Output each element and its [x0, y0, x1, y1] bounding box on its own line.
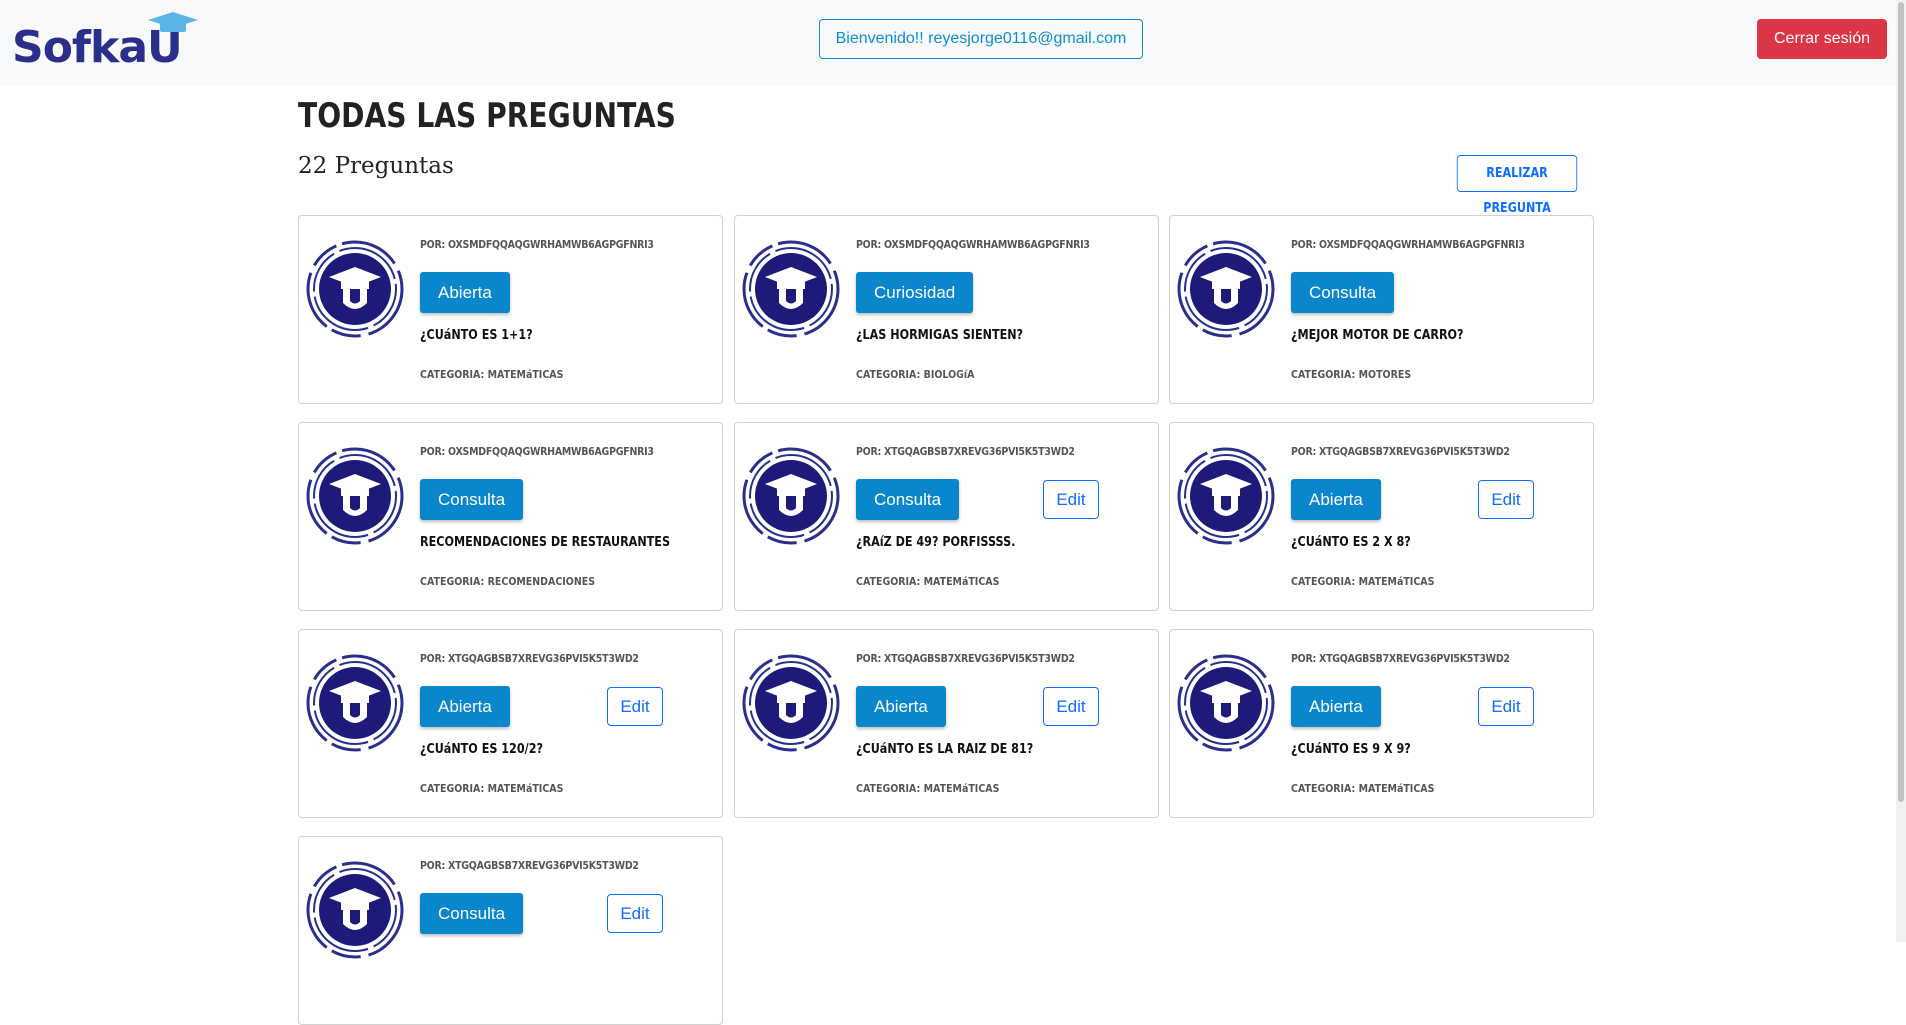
question-type-button[interactable]: Abierta — [856, 686, 946, 727]
question-author: POR: OXSMDFQQAQGWRHAMWB6AGPGFNRI3 — [1291, 238, 1525, 251]
page-title: TODAS LAS PREGUNTAS — [298, 96, 676, 136]
question-text[interactable]: RECOMENDACIONES DE RESTAURANTES — [420, 535, 670, 550]
question-author: POR: XTGQAGBSB7XREVG36PVI5K5T3WD2 — [420, 652, 639, 665]
question-author: POR: XTGQAGBSB7XREVG36PVI5K5T3WD2 — [856, 445, 1075, 458]
question-text[interactable]: ¿CUáNTO ES 9 X 9? — [1291, 742, 1411, 757]
question-type-button[interactable]: Consulta — [1291, 272, 1395, 313]
question-author: POR: OXSMDFQQAQGWRHAMWB6AGPGFNRI3 — [420, 445, 654, 458]
question-author: POR: XTGQAGBSB7XREVG36PVI5K5T3WD2 — [856, 652, 1075, 665]
navbar: SofkaU Bienvenido!! reyesjorge0116@gmail… — [0, 0, 1906, 85]
question-card[interactable]: POR: OXSMDFQQAQGWRHAMWB6AGPGFNRI3 Curiosi… — [734, 215, 1159, 404]
question-card[interactable]: POR: XTGQAGBSB7XREVG36PVI5K5T3WD2 Consult… — [298, 836, 723, 1025]
question-author: POR: XTGQAGBSB7XREVG36PVI5K5T3WD2 — [1291, 445, 1510, 458]
question-text[interactable]: ¿CUáNTO ES 2 X 8? — [1291, 535, 1411, 550]
edit-button[interactable]: Edit — [1478, 687, 1534, 726]
question-category: CATEGORIA: RECOMENDACIONES — [420, 575, 596, 588]
question-card[interactable]: POR: XTGQAGBSB7XREVG36PVI5K5T3WD2 Abierta… — [734, 629, 1159, 818]
question-text[interactable]: ¿MEJOR MOTOR DE CARRO? — [1291, 328, 1464, 343]
question-text[interactable]: ¿RAíZ DE 49? PORFISSSS. — [856, 535, 1015, 550]
scrollbar-thumb[interactable] — [1898, 2, 1904, 802]
edit-button[interactable]: Edit — [1043, 480, 1099, 519]
question-category: CATEGORIA: MATEMáTICAS — [1291, 575, 1435, 588]
question-type-button[interactable]: Consulta — [856, 479, 960, 520]
question-category: CATEGORIA: MATEMáTICAS — [1291, 782, 1435, 795]
sofkau-logo[interactable]: SofkaU — [12, 10, 204, 74]
graduation-cap-icon — [148, 12, 198, 32]
edit-button[interactable]: Edit — [1043, 687, 1099, 726]
edit-button[interactable]: Edit — [607, 894, 663, 933]
question-card[interactable]: POR: OXSMDFQQAQGWRHAMWB6AGPGFNRI3 Consult… — [1169, 215, 1594, 404]
question-card[interactable]: POR: OXSMDFQQAQGWRHAMWB6AGPGFNRI3 Abierta… — [298, 215, 723, 404]
edit-button[interactable]: Edit — [1478, 480, 1534, 519]
question-count: 22 Preguntas — [298, 153, 454, 179]
sofkau-avatar-icon — [1176, 653, 1276, 753]
question-category: CATEGORIA: MOTORES — [1291, 368, 1412, 381]
question-category: CATEGORIA: MATEMáTICAS — [420, 782, 564, 795]
question-text[interactable]: ¿CUáNTO ES 1+1? — [420, 328, 533, 343]
sofkau-avatar-icon — [1176, 239, 1276, 339]
question-author: POR: XTGQAGBSB7XREVG36PVI5K5T3WD2 — [420, 859, 639, 872]
sofkau-avatar-icon — [305, 446, 405, 546]
question-card[interactable]: POR: XTGQAGBSB7XREVG36PVI5K5T3WD2 Abierta… — [1169, 629, 1594, 818]
ask-question-button[interactable]: REALIZAR PREGUNTA — [1456, 155, 1578, 216]
question-category: CATEGORIA: MATEMáTICAS — [420, 368, 564, 381]
question-text[interactable]: ¿LAS HORMIGAS SIENTEN? — [856, 328, 1023, 343]
question-card[interactable]: POR: XTGQAGBSB7XREVG36PVI5K5T3WD2 Abierta… — [1169, 422, 1594, 611]
question-text[interactable]: ¿CUáNTO ES 120/2? — [420, 742, 543, 757]
question-type-button[interactable]: Consulta — [420, 893, 524, 934]
question-category: CATEGORIA: MATEMáTICAS — [856, 782, 1000, 795]
question-category: CATEGORIA: BIOLOGíA — [856, 368, 975, 381]
edit-button[interactable]: Edit — [607, 687, 663, 726]
question-card[interactable]: POR: OXSMDFQQAQGWRHAMWB6AGPGFNRI3 Consult… — [298, 422, 723, 611]
question-text[interactable]: ¿CUáNTO ES LA RAIZ DE 81? — [856, 742, 1033, 757]
sofkau-avatar-icon — [305, 239, 405, 339]
welcome-badge: Bienvenido!! reyesjorge0116@gmail.com — [819, 19, 1143, 59]
question-author: POR: OXSMDFQQAQGWRHAMWB6AGPGFNRI3 — [420, 238, 654, 251]
question-category: CATEGORIA: MATEMáTICAS — [856, 575, 1000, 588]
question-author: POR: OXSMDFQQAQGWRHAMWB6AGPGFNRI3 — [856, 238, 1090, 251]
scrollbar[interactable] — [1896, 0, 1906, 942]
sofkau-avatar-icon — [305, 860, 405, 960]
question-type-button[interactable]: Abierta — [420, 272, 510, 313]
sofkau-avatar-icon — [305, 653, 405, 753]
question-card[interactable]: POR: XTGQAGBSB7XREVG36PVI5K5T3WD2 Abierta… — [298, 629, 723, 818]
question-type-button[interactable]: Abierta — [1291, 479, 1381, 520]
sofkau-avatar-icon — [741, 446, 841, 546]
sofkau-avatar-icon — [1176, 446, 1276, 546]
question-type-button[interactable]: Consulta — [420, 479, 524, 520]
question-type-button[interactable]: Abierta — [420, 686, 510, 727]
sofkau-avatar-icon — [741, 239, 841, 339]
question-type-button[interactable]: Abierta — [1291, 686, 1381, 727]
sofkau-avatar-icon — [741, 653, 841, 753]
logout-button[interactable]: Cerrar sesión — [1757, 19, 1887, 59]
question-card[interactable]: POR: XTGQAGBSB7XREVG36PVI5K5T3WD2 Consult… — [734, 422, 1159, 611]
question-author: POR: XTGQAGBSB7XREVG36PVI5K5T3WD2 — [1291, 652, 1510, 665]
question-type-button[interactable]: Curiosidad — [856, 272, 974, 313]
